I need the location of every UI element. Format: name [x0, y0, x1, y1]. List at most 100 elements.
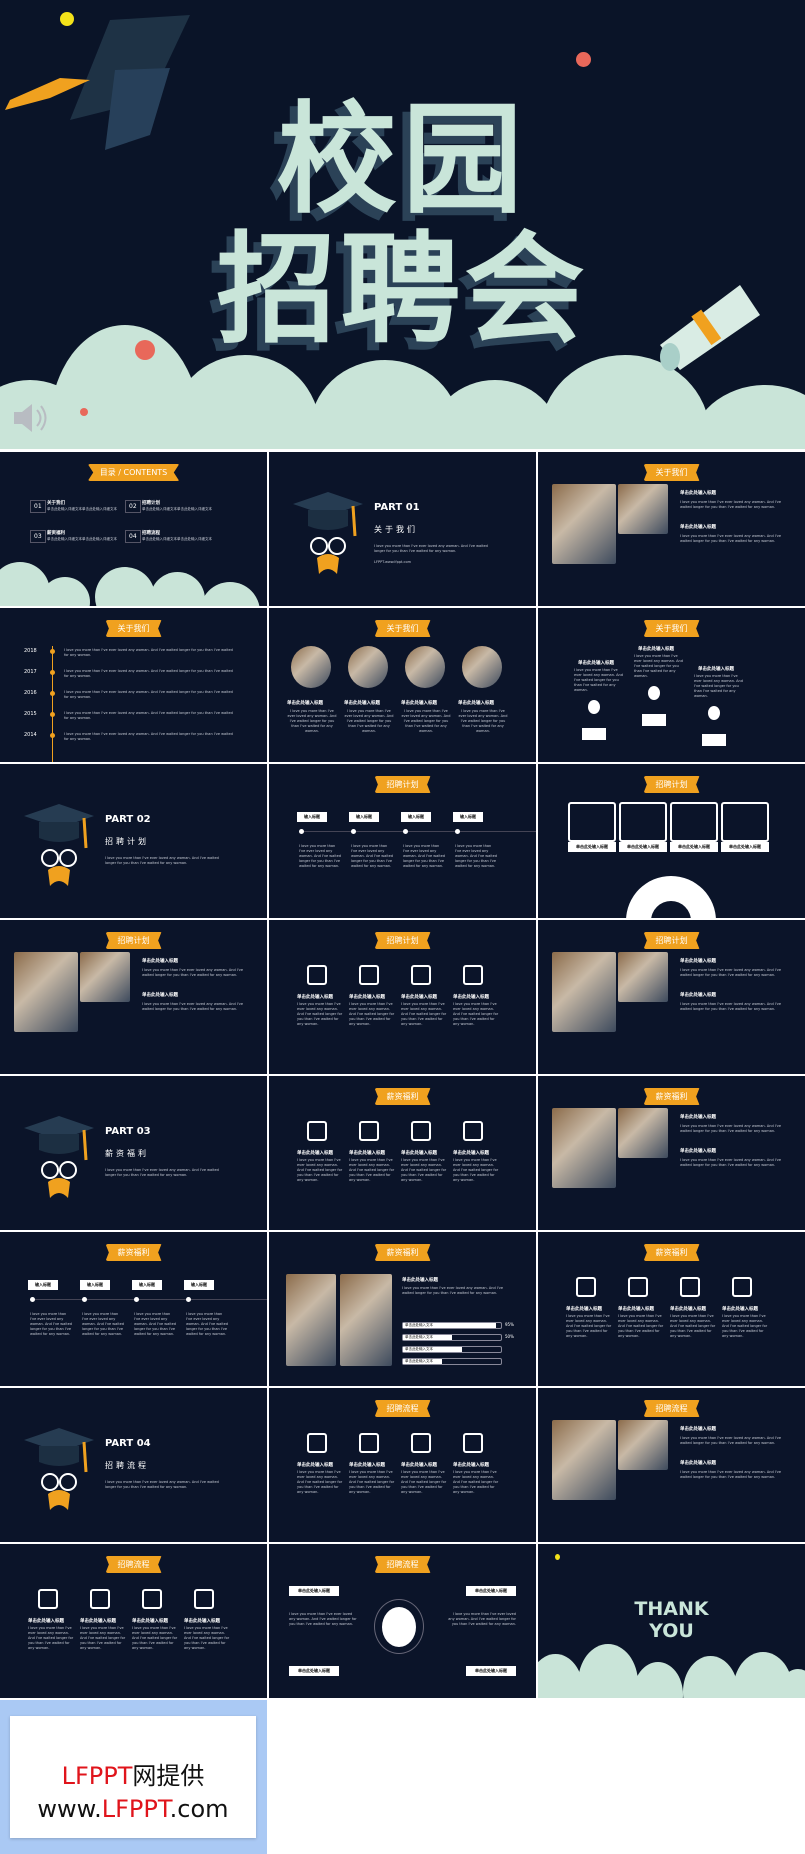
slide-thumbnail[interactable]: 招聘流程 单击此处输入标题 I love you more than I've ev… — [269, 1388, 536, 1542]
body-text: I love you more than I've ever loved any… — [351, 844, 394, 868]
heading: 单击此处输入标题 — [578, 661, 614, 666]
feature-icon — [628, 1277, 648, 1297]
feature-icon — [411, 965, 431, 985]
box-block — [642, 714, 666, 726]
slide-thumbnail[interactable]: PART 01 关于我们 I love you more than I've eve… — [269, 452, 536, 606]
slide-thumbnail[interactable]: 薪资福利 单击此处输入标题 I love you more than I've ev… — [538, 1232, 805, 1386]
body-text: I love you more than I've ever loved any… — [722, 1314, 768, 1338]
graduation-cap-icon — [24, 1422, 94, 1512]
part-title: 招聘流程 — [105, 1461, 149, 1470]
item-label: 招聘计划 — [142, 501, 160, 506]
cloud — [200, 582, 260, 606]
item-label: 招聘流程 — [142, 531, 160, 536]
slide-thumbnail[interactable]: 招聘流程单击此处输入标题 I love you more than I've ev… — [0, 1544, 267, 1698]
slide-thumbnail[interactable]: 薪资福利 单击此处输入标题 I love you more than I've ev… — [269, 1076, 536, 1230]
ribbon-title: 招聘计划 — [374, 776, 431, 793]
you-text: YOU — [649, 1620, 694, 1642]
item-sub: 单击此处输入详细文本单击此处输入详细文本 — [142, 537, 212, 541]
heading: 单击此处输入标题 — [680, 491, 716, 496]
slide-thumbnail[interactable]: 招聘计划 单击此处输入标题 I love you more than I've ev… — [269, 920, 536, 1074]
slide-thumbnail[interactable]: 招聘计划输入标题 I love you more than I've ever l… — [269, 764, 536, 918]
slide-thumbnail[interactable]: 薪资福利 输入标题 I love you more than I've ever l… — [0, 1232, 267, 1386]
cloud — [150, 572, 205, 606]
feature-icon — [38, 1589, 58, 1609]
photo — [552, 952, 616, 1032]
body-text: I love you more than I've ever loved any… — [453, 1470, 499, 1494]
slide-thumbnail[interactable]: 招聘计划 单击此处输入标题 I love you more than I've ev… — [538, 920, 805, 1074]
ribbon-title: 招聘流程 — [105, 1556, 162, 1573]
heading: 单击此处输入标题 — [142, 959, 178, 964]
body-text: I love you more than I've ever loved any… — [105, 1480, 219, 1489]
photo — [552, 1108, 616, 1188]
heading: 单击此处输入标题 — [349, 1463, 385, 1468]
progress-bar: 单击此处输入文本 — [402, 1334, 502, 1341]
body-text: I love you more than I've ever loved any… — [80, 1626, 126, 1650]
feature-icon — [680, 1277, 700, 1297]
ribbon-title: 关于我们 — [643, 464, 700, 481]
part-number: PART 01 — [374, 502, 420, 513]
photo — [618, 952, 668, 1002]
step-label: 输入标题 — [401, 812, 431, 822]
heading: 单击此处输入标题 — [670, 1307, 706, 1312]
item-number: 01 — [30, 500, 46, 513]
speaker-icon[interactable] — [12, 400, 52, 436]
brand-text: LFPPT — [61, 1762, 133, 1790]
heading: 单击此处输入标题 — [722, 1307, 758, 1312]
body-text: I love you more than I've ever loved any… — [401, 709, 451, 733]
card-label: 单击此处输入标题 — [619, 842, 667, 852]
body-text: I love you more than I've ever loved any… — [184, 1626, 230, 1650]
body-text: I love you more than I've ever loved any… — [349, 1158, 395, 1182]
body-text: I love you more than I've ever loved any… — [401, 1158, 447, 1182]
heading: 单击此处输入标题 — [184, 1619, 220, 1624]
slide-thumbnail[interactable]: 关于我们 2018 I love you more than I've ever l… — [0, 608, 267, 762]
progress-fill: 单击此处输入文本 — [403, 1335, 452, 1340]
year-label: 2017 — [24, 669, 37, 675]
slide-thumbnail[interactable]: 目录 / CONTENTS 01 关于我们 单击此处输入详细文本单击此处输入详细文本 0… — [0, 452, 267, 606]
heading: 单击此处输入标题 — [453, 995, 489, 1000]
slide-thumbnail[interactable]: THANK YOU — [538, 1544, 805, 1698]
step-label: 输入标题 — [349, 812, 379, 822]
slide-thumbnail[interactable]: PART 03 薪资福利 I love you more than I've eve… — [0, 1076, 267, 1230]
body-text: I love you more than I've ever loved any… — [142, 968, 244, 977]
ribbon-title: 关于我们 — [374, 620, 431, 637]
photo — [552, 1420, 616, 1500]
slide-thumbnail[interactable]: PART 04 招聘流程 I love you more than I've eve… — [0, 1388, 267, 1542]
step-dot — [403, 829, 408, 834]
box-block — [702, 734, 726, 746]
box-block — [582, 728, 606, 740]
thank-text: THANK — [634, 1598, 709, 1620]
heading: 单击此处输入标题 — [638, 647, 674, 652]
photo — [14, 952, 78, 1032]
heading: 单击此处输入标题 — [680, 1149, 716, 1154]
slide-thumbnail[interactable]: 招聘计划 单击此处输入标题 单击此处输入标题 单击此处输入标题 单击此处输入标题 — [538, 764, 805, 918]
slide-thumbnail[interactable]: 薪资福利 单击此处输入标题 I love you more than I've ev… — [269, 1232, 536, 1386]
item-number: 02 — [125, 500, 141, 513]
slide-thumbnail[interactable]: 关于我们 单击此处输入标题 I love you more than I've ev… — [269, 608, 536, 762]
slide-thumbnail[interactable]: 关于我们 单击此处输入标题 I love you more than I've ev… — [538, 608, 805, 762]
step-dot — [455, 829, 460, 834]
slide-thumbnail[interactable]: 关于我们 单击此处输入标题 I love you more than I've ev… — [538, 452, 805, 606]
item-label: 薪资福利 — [47, 531, 65, 536]
ribbon-title: 关于我们 — [105, 620, 162, 637]
slide-thumbnail[interactable]: 招聘流程 单击此处输入标题 单击此处输入标题 单击此处输入标题 单击此处输入标题 I lo… — [269, 1544, 536, 1698]
heading: 单击此处输入标题 — [680, 525, 716, 530]
heading: 单击此处输入标题 — [349, 1151, 385, 1156]
globe-icon — [382, 1607, 416, 1647]
body-text: I love you more than I've ever loved any… — [680, 1158, 782, 1167]
slide-thumbnail[interactable]: PART 02 招聘计划 I love you more than I've eve… — [0, 764, 267, 918]
body-text: I love you more than I've ever loved any… — [344, 709, 394, 733]
heading: 单击此处输入标题 — [402, 1278, 438, 1283]
slide-thumbnail[interactable]: 招聘计划 单击此处输入标题 I love you more than I've ev… — [0, 920, 267, 1074]
slide-thumbnail[interactable]: 招聘流程 单击此处输入标题 I love you more than I've ev… — [538, 1388, 805, 1542]
step-dot — [186, 1297, 191, 1302]
body-text: I love you more than I've ever loved any… — [349, 1470, 395, 1494]
body-text: I love you more than I've ever loved any… — [458, 709, 508, 733]
arrow-up-icon — [648, 686, 660, 700]
slide-thumbnail[interactable]: 薪资福利 单击此处输入标题 I love you more than I've ev… — [538, 1076, 805, 1230]
feature-icon — [307, 965, 327, 985]
year-label: 2016 — [24, 690, 37, 696]
heading: 单击此处输入标题 — [680, 993, 716, 998]
body-text: I love you more than I've ever loved any… — [297, 1002, 343, 1026]
body-text: I love you more than I've ever loved any… — [374, 544, 488, 553]
year-label: 2018 — [24, 648, 37, 654]
